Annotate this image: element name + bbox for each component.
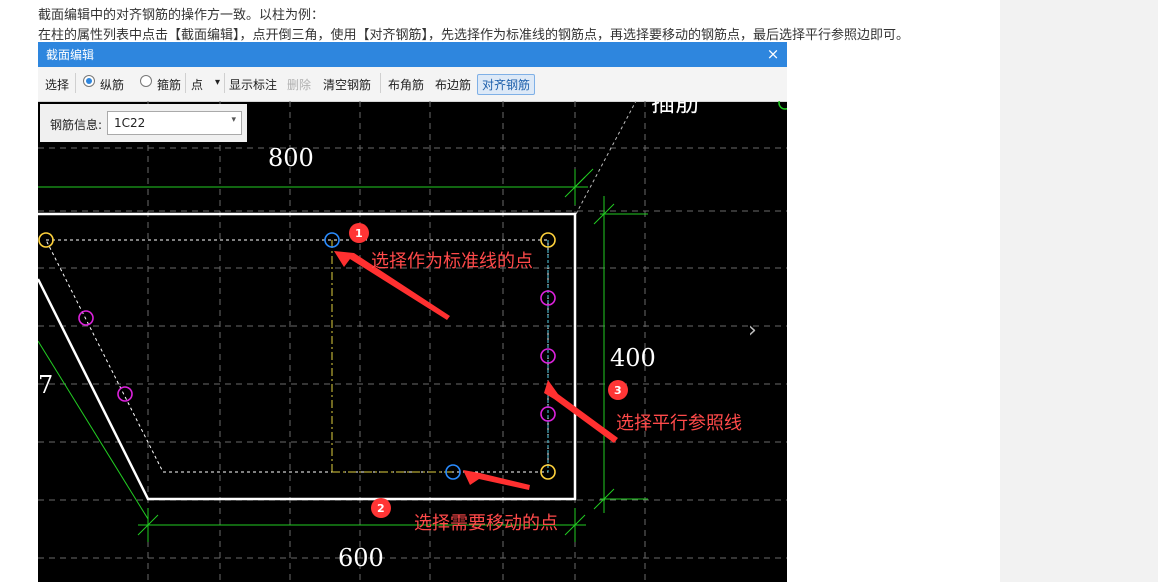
annotation-label: 选择作为标准线的点 (371, 251, 533, 272)
annotation-3: 3 选择平行参照线 (608, 380, 742, 434)
toolbar-divider (185, 73, 186, 93)
doc-intro-text: 截面编辑中的对齐钢筋的操作方一致。以柱为例： (38, 8, 325, 23)
annotation-label: 选择需要移动的点 (414, 513, 558, 534)
dimension-bottom-text: 600 (338, 544, 384, 572)
dialog-titlebar: 截面编辑 × (38, 42, 787, 67)
section-edit-dialog: 截面编辑 × 选择 纵筋 箍筋 点 ▾ 显示标注 删除 清空钢筋 布角筋 布边筋… (38, 42, 787, 582)
chevron-down-icon[interactable]: ▾ (231, 115, 236, 125)
page-right-gutter (1000, 0, 1158, 582)
rebar-info-label: 钢筋信息: (50, 118, 103, 132)
edge-rebar-button[interactable]: 布边筋 (435, 76, 471, 93)
stirrup-line (45, 239, 549, 473)
toolbar-divider (224, 73, 225, 93)
annotation-2: 2 选择需要移动的点 (371, 498, 558, 534)
partial-label-text: 插筋 (651, 101, 699, 117)
dimension-lines (38, 168, 648, 542)
clear-rebar-button[interactable]: 清空钢筋 (323, 76, 371, 93)
align-rebar-button[interactable]: 对齐钢筋 (477, 74, 536, 95)
chevron-right-icon[interactable]: › (748, 318, 757, 343)
dimension-top-text: 800 (268, 144, 314, 172)
toolbar: 选择 纵筋 箍筋 点 ▾ 显示标注 删除 清空钢筋 布角筋 布边筋 对齐钢筋 (38, 67, 787, 102)
rebar-edge-point[interactable] (117, 386, 133, 402)
step-number: 1 (355, 227, 363, 240)
dimension-left-text: 7 (38, 371, 53, 399)
dimension-right-text: 400 (610, 344, 656, 372)
rebar-spec-value[interactable]: 1C22 (114, 116, 145, 130)
longitudinal-label[interactable]: 纵筋 (100, 76, 124, 93)
partial-label-arrow (575, 101, 637, 215)
close-button[interactable]: × (764, 43, 782, 65)
yellow-alignment-guide (331, 240, 453, 473)
toolbar-divider (75, 73, 76, 93)
annotation-label: 选择平行参照线 (616, 413, 742, 434)
mode-dropdown[interactable]: 点 (191, 76, 203, 93)
stirrup-radio[interactable] (140, 75, 152, 87)
grid-lines (38, 101, 787, 582)
toolbar-divider (380, 73, 381, 93)
stirrup-label[interactable]: 箍筋 (157, 76, 181, 93)
dialog-title: 截面编辑 (46, 48, 95, 62)
show-dims-button[interactable]: 显示标注 (229, 76, 277, 93)
rebar-info-panel: 钢筋信息: 1C22 ▾ (40, 104, 247, 142)
rebar-spec-select[interactable]: 1C22 ▾ (107, 111, 242, 135)
rebar-edge-point[interactable] (78, 310, 94, 326)
corner-rebar-button[interactable]: 布角筋 (388, 76, 424, 93)
annotation-1: 1 选择作为标准线的点 (349, 223, 533, 272)
select-button[interactable]: 选择 (45, 76, 69, 93)
doc-instruction-text: 在柱的属性列表中点击【截面编辑】，点开倒三角，使用【对齐钢筋】，先选择作为标准线… (38, 28, 910, 43)
drawing-canvas[interactable]: 800 400 600 7 插筋 › 1 选择作为标准线的点 2 选择需要移动的… (38, 101, 787, 582)
mode-dropdown-arrow-icon[interactable]: ▾ (215, 77, 220, 88)
step-number: 2 (377, 502, 385, 515)
delete-button[interactable]: 删除 (287, 76, 311, 93)
longitudinal-radio[interactable] (83, 75, 95, 87)
partial-green-marker (778, 101, 787, 110)
step-number: 3 (614, 384, 622, 397)
